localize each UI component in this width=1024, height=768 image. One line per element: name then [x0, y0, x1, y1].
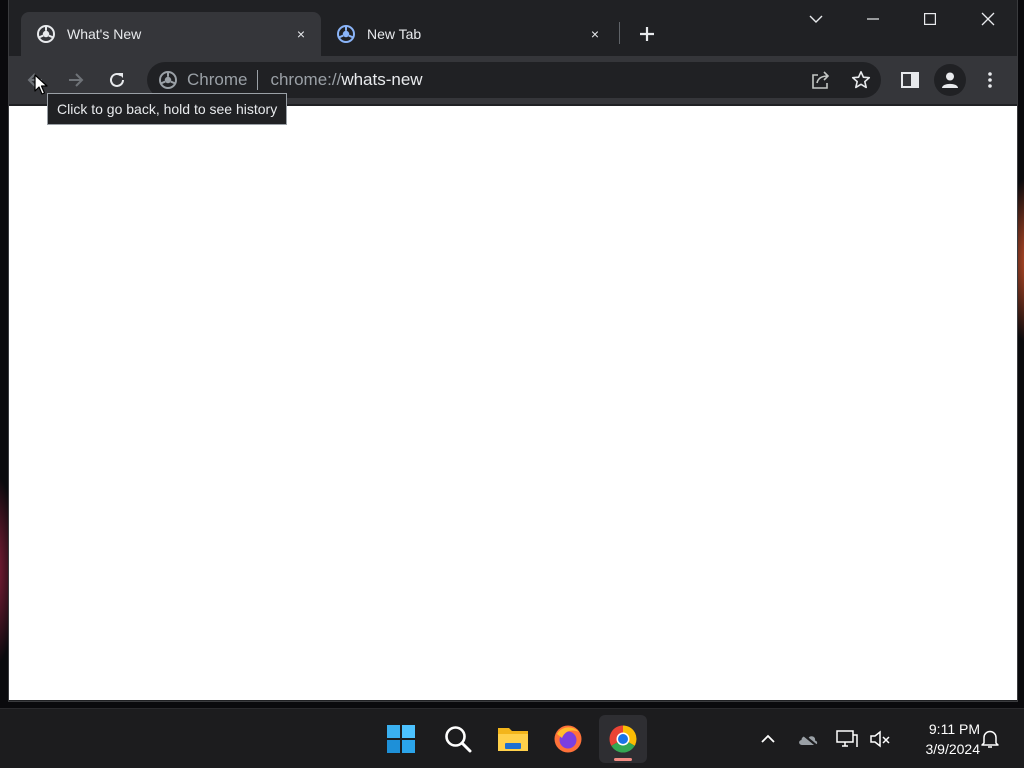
- close-tab-icon[interactable]: ×: [585, 24, 605, 44]
- page-content: [9, 106, 1017, 700]
- network-icon: [836, 730, 858, 747]
- tab-title: New Tab: [367, 26, 422, 42]
- close-tab-icon[interactable]: ×: [291, 24, 311, 44]
- chevron-down-icon: [809, 15, 823, 23]
- search-icon: [445, 726, 472, 753]
- volume-muted-icon: [870, 730, 890, 748]
- close-window-button[interactable]: [965, 4, 1011, 34]
- reload-icon: [110, 72, 124, 87]
- show-hidden-icons-button[interactable]: [754, 723, 782, 755]
- file-explorer-icon: [498, 728, 528, 751]
- new-tab-button[interactable]: [633, 20, 661, 48]
- taskbar: 9:11 PM 3/9/2024: [0, 708, 1024, 768]
- tab-title: What's New: [67, 26, 142, 42]
- forward-button[interactable]: [60, 64, 92, 96]
- chevron-up-icon: [761, 734, 775, 743]
- profile-button[interactable]: [934, 64, 966, 96]
- tab-new-tab[interactable]: New Tab ×: [321, 12, 615, 56]
- firefox-button[interactable]: [544, 715, 592, 763]
- side-panel-button[interactable]: [894, 64, 926, 96]
- onedrive-tray-button[interactable]: [794, 723, 822, 755]
- url-host: whats-new: [341, 70, 423, 89]
- tab-whats-new[interactable]: What's New ×: [21, 12, 321, 56]
- omnibox-divider: [257, 70, 259, 90]
- profile-avatar-icon: [942, 72, 958, 88]
- maximize-icon: [924, 13, 936, 25]
- clock-time: 9:11 PM: [928, 721, 980, 737]
- volume-tray-button[interactable]: [866, 723, 894, 755]
- running-indicator: [614, 758, 632, 761]
- star-icon: [851, 71, 871, 89]
- start-button[interactable]: [377, 715, 425, 763]
- chrome-logo-icon: [159, 71, 177, 89]
- maximize-button[interactable]: [907, 4, 953, 34]
- plus-icon: [640, 27, 654, 41]
- clock-date: 3/9/2024: [925, 741, 981, 757]
- reload-button[interactable]: [101, 64, 133, 96]
- notifications-button[interactable]: [976, 723, 1004, 755]
- site-chip-label: Chrome: [187, 70, 248, 89]
- tab-strip: What's New × New Tab ×: [9, 0, 1017, 56]
- minimize-button[interactable]: [850, 4, 896, 34]
- side-panel-icon: [901, 72, 919, 88]
- url-scheme: chrome://: [270, 70, 342, 89]
- tab-search-button[interactable]: [793, 4, 839, 34]
- network-tray-button[interactable]: [833, 723, 861, 755]
- chrome-favicon-icon: [337, 25, 355, 43]
- chrome-taskbar-button[interactable]: [599, 715, 647, 763]
- menu-button[interactable]: [974, 64, 1006, 96]
- mouse-cursor-icon: [34, 74, 48, 95]
- file-explorer-button[interactable]: [489, 715, 537, 763]
- back-button-tooltip: Click to go back, hold to see history: [47, 93, 288, 125]
- more-vertical-icon: [988, 72, 992, 88]
- chrome-favicon-icon: [37, 25, 55, 43]
- bookmark-button[interactable]: [845, 64, 877, 96]
- forward-arrow-icon: [69, 73, 84, 87]
- minimize-icon: [867, 18, 879, 20]
- start-icon: [387, 725, 415, 753]
- taskbar-clock[interactable]: 9:11 PM 3/9/2024: [900, 719, 981, 759]
- bell-icon: [981, 730, 999, 748]
- chrome-icon: [609, 725, 637, 753]
- site-chip[interactable]: Chrome: [159, 70, 247, 90]
- onedrive-offline-icon: [799, 731, 818, 747]
- search-button[interactable]: [434, 715, 482, 763]
- share-icon: [812, 71, 830, 89]
- close-icon: [981, 12, 995, 26]
- tab-separator: [619, 22, 620, 44]
- share-button[interactable]: [805, 64, 837, 96]
- firefox-icon: [554, 725, 582, 753]
